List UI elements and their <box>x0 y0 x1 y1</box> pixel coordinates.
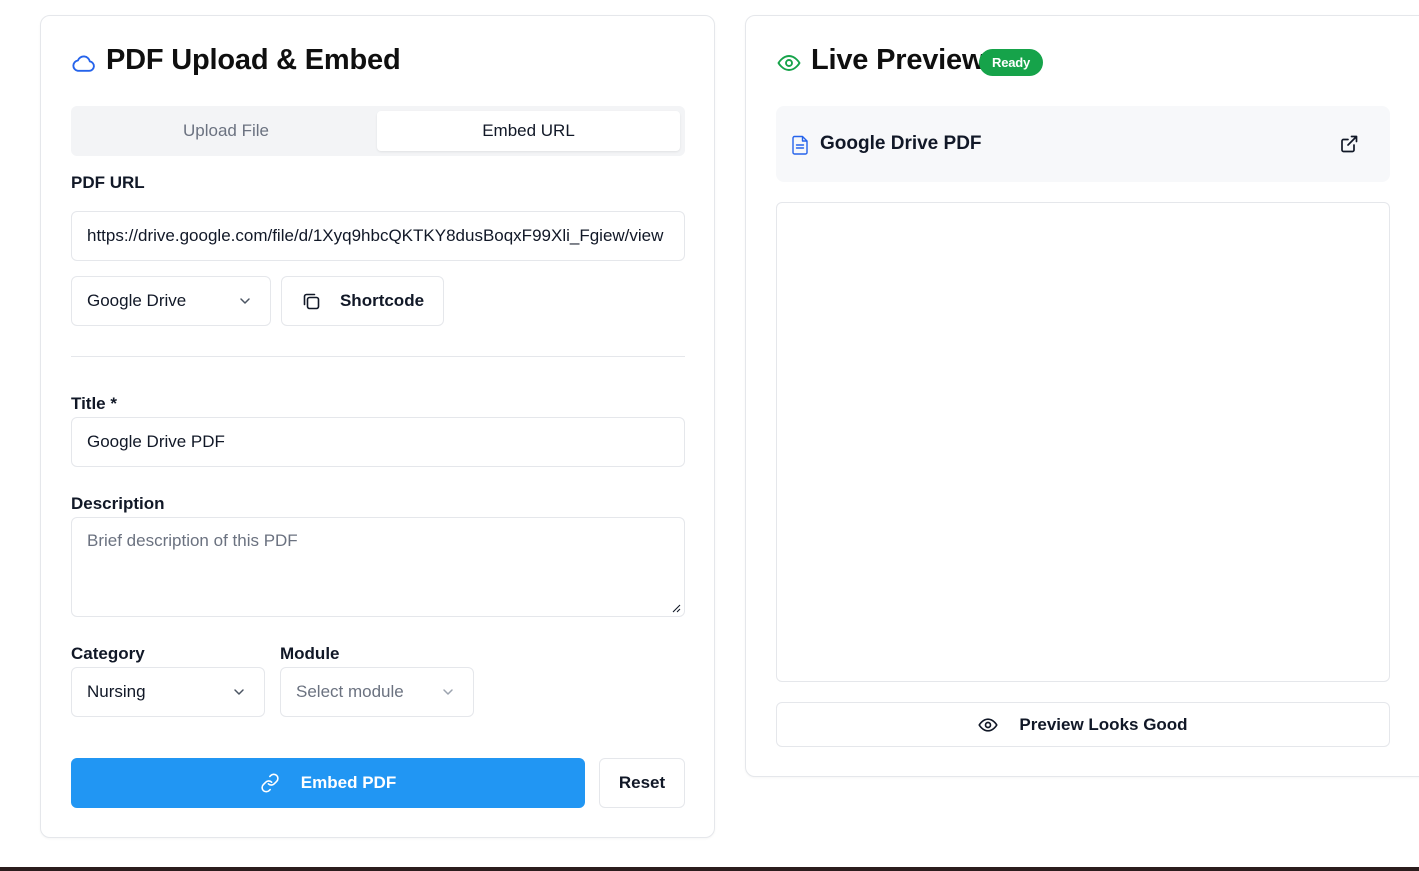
preview-card-title: Live Preview <box>811 44 985 76</box>
category-select[interactable]: Nursing <box>71 667 265 717</box>
shortcode-label: Shortcode <box>339 291 425 310</box>
description-label: Description <box>71 494 165 513</box>
source-select-value: Google Drive <box>87 291 187 310</box>
pdf-url-value: https://drive.google.com/file/d/1Xyq9hbc… <box>87 226 664 245</box>
tab-upload-file[interactable]: Upload File <box>76 111 376 151</box>
document-name: Google Drive PDF <box>820 133 982 154</box>
file-text-icon <box>792 135 808 155</box>
chevron-down-icon <box>240 298 250 304</box>
chevron-down-icon <box>443 689 453 695</box>
form-divider <box>71 356 685 357</box>
cloud-icon <box>72 55 95 72</box>
pdf-preview-frame[interactable] <box>776 202 1390 682</box>
reset-button[interactable]: Reset <box>599 758 685 808</box>
module-placeholder: Select module <box>296 682 404 701</box>
copy-icon <box>303 293 320 310</box>
external-link-icon[interactable] <box>1339 134 1359 154</box>
title-value: Google Drive PDF <box>87 432 225 451</box>
eye-icon <box>777 55 801 71</box>
preview-looks-good-button[interactable]: Preview Looks Good <box>776 702 1390 747</box>
category-label: Category <box>71 644 145 663</box>
embed-pdf-button[interactable]: Embed PDF <box>71 758 585 808</box>
pdf-url-input[interactable]: https://drive.google.com/file/d/1Xyq9hbc… <box>71 211 685 261</box>
category-value: Nursing <box>87 682 146 701</box>
description-placeholder: Brief description of this PDF <box>87 531 298 550</box>
link-icon <box>261 773 279 793</box>
bottom-edge-bar <box>0 867 1419 871</box>
title-label: Title * <box>71 394 117 413</box>
module-select[interactable]: Select module <box>280 667 474 717</box>
preview-looks-good-label: Preview Looks Good <box>1019 714 1188 734</box>
document-bar: Google Drive PDF <box>776 106 1390 182</box>
shortcode-button[interactable]: Shortcode <box>281 276 444 326</box>
eye-icon <box>978 717 999 732</box>
pdf-upload-card: PDF Upload & Embed Upload File Embed URL… <box>40 15 715 838</box>
tab-embed-url[interactable]: Embed URL <box>377 111 680 151</box>
chevron-down-icon <box>234 689 244 695</box>
embed-pdf-label: Embed PDF <box>300 773 397 792</box>
resize-handle-icon[interactable] <box>671 603 681 613</box>
source-select[interactable]: Google Drive <box>71 276 271 326</box>
module-label: Module <box>280 644 340 663</box>
source-tabs: Upload File Embed URL <box>71 106 685 156</box>
reset-label: Reset <box>618 773 666 792</box>
status-badge: Ready <box>979 49 1044 76</box>
description-textarea[interactable]: Brief description of this PDF <box>71 517 685 617</box>
title-input[interactable]: Google Drive PDF <box>71 417 685 467</box>
live-preview-card: Live Preview Ready Google Drive PDF Prev… <box>745 15 1419 777</box>
upload-card-title: PDF Upload & Embed <box>106 44 401 76</box>
pdf-url-label: PDF URL <box>71 173 145 192</box>
